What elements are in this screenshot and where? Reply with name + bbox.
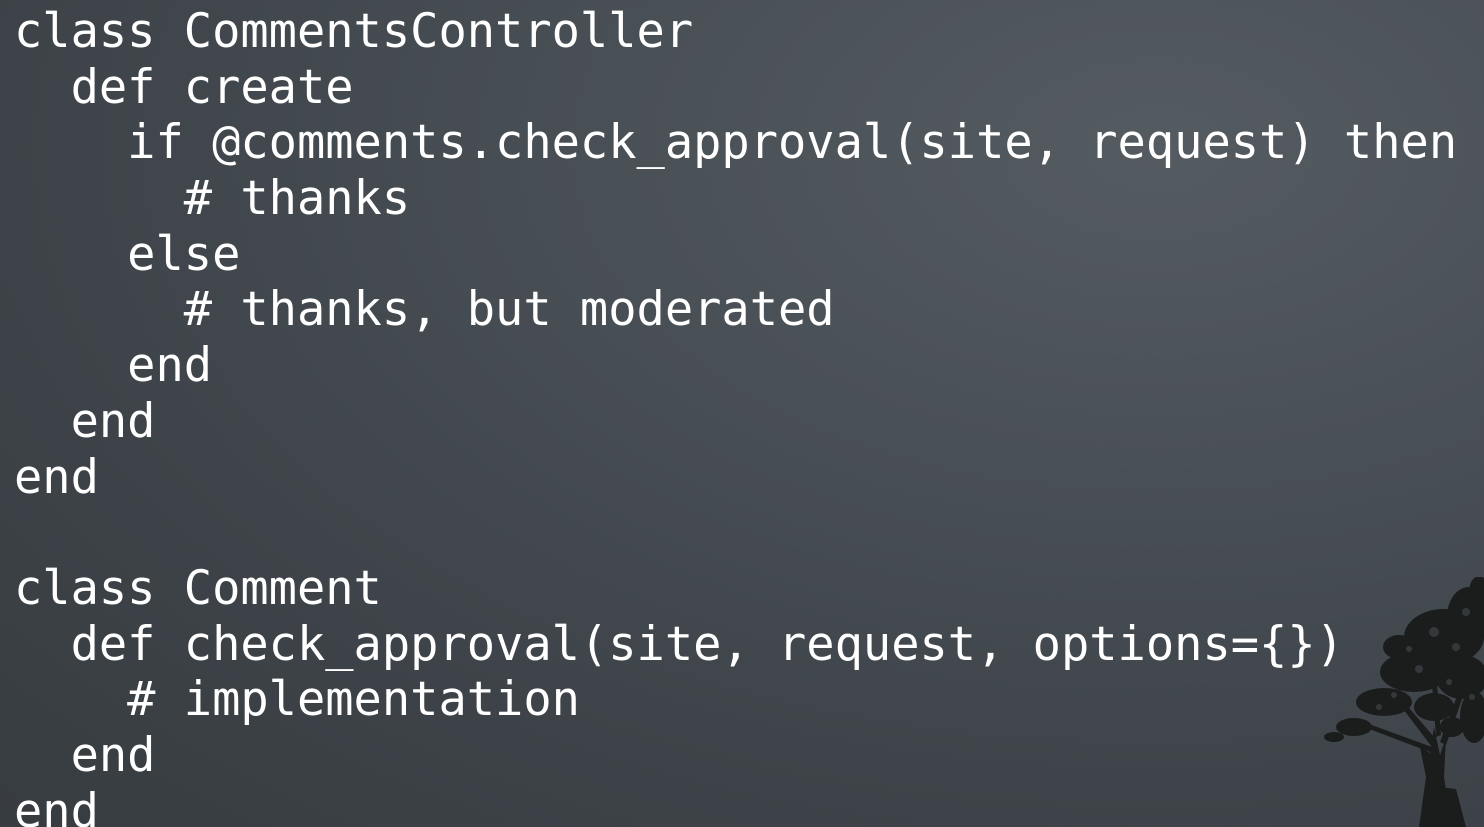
code-line: else (14, 226, 241, 282)
code-line: # thanks (14, 171, 411, 227)
code-line: end (14, 393, 156, 449)
code-line: class Comment (14, 560, 382, 616)
code-line: def create (14, 59, 354, 115)
code-line: def check_approval(site, request, option… (14, 616, 1344, 672)
code-slide: class CommentsController def create if @… (0, 0, 1484, 827)
code-line: end (14, 727, 156, 783)
code-line: # implementation (14, 672, 580, 728)
code-line: class CommentsController (14, 4, 694, 59)
code-line: # thanks, but moderated (14, 282, 835, 338)
code-block: class CommentsController def create if @… (14, 4, 1457, 827)
code-line: end (14, 338, 213, 394)
code-line: if @comments.check_approval(site, reques… (14, 115, 1458, 171)
code-line: end (14, 449, 99, 505)
code-line: end (14, 783, 99, 827)
